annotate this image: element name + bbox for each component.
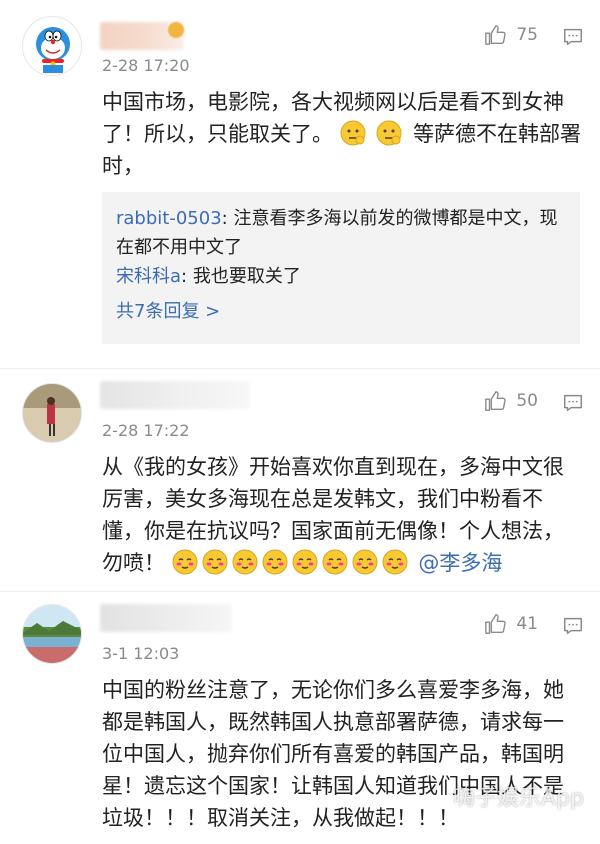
username-redacted[interactable] <box>100 604 232 632</box>
avatar[interactable] <box>22 16 82 76</box>
thumbs-up-icon <box>485 391 507 411</box>
shy-face-icon <box>292 549 318 575</box>
shy-face-icon <box>202 549 228 575</box>
doraemon-avatar-icon <box>23 17 81 75</box>
shy-face-icon <box>382 549 408 575</box>
landscape-photo-icon <box>23 605 81 663</box>
shy-face-icon <box>262 549 288 575</box>
person-photo-icon <box>23 384 81 442</box>
shy-face-icon <box>172 549 198 575</box>
shy-face-icon <box>322 549 348 575</box>
reply-text: : 我也要取关了 <box>181 266 301 287</box>
reply-item: 宋科科a: 我也要取关了 <box>116 262 566 291</box>
like-button[interactable]: 50 <box>484 390 538 412</box>
thinking-face-icon <box>376 120 402 146</box>
comment-text: 中国市场，电影院，各大视频网以后是看不到女神了！所以，只能取关了。 等萨德不在韩… <box>102 86 584 182</box>
comment-time: 2-28 17:20 <box>102 56 190 75</box>
comment-icon[interactable] <box>562 26 584 48</box>
avatar[interactable] <box>22 604 82 664</box>
reply-author[interactable]: 宋科科a <box>116 266 181 287</box>
shy-face-icon <box>232 549 258 575</box>
more-replies-link[interactable]: 共7条回复 > <box>116 297 566 326</box>
comment-icon[interactable] <box>562 615 584 637</box>
username-redacted[interactable] <box>100 381 250 409</box>
reply-box[interactable]: rabbit-0503: 注意看李多海以前发的微博都是中文，现在都不用中文了 宋… <box>102 192 580 344</box>
mention-link[interactable]: @李多海 <box>418 551 502 575</box>
like-button[interactable]: 41 <box>484 613 538 635</box>
comment-time: 3-1 12:03 <box>102 644 180 663</box>
vip-badge-icon <box>168 22 184 38</box>
like-count: 75 <box>516 25 538 45</box>
thinking-face-icon <box>340 120 366 146</box>
shy-face-icon <box>352 549 378 575</box>
comment-time: 2-28 17:22 <box>102 421 190 440</box>
thumbs-up-icon <box>485 614 507 634</box>
comment-icon[interactable] <box>562 392 584 414</box>
like-count: 50 <box>516 391 538 411</box>
reply-author[interactable]: rabbit-0503 <box>116 208 222 229</box>
like-button[interactable]: 75 <box>484 24 538 46</box>
avatar[interactable] <box>22 383 82 443</box>
comment-1: 2-28 17:20 75 中国市场，电影院，各大视频网以后是看不到女神了！所以… <box>0 0 600 368</box>
comment-2: 2-28 17:22 50 从《我的女孩》开始喜欢你直到现在，多海中文很厉害，美… <box>0 369 600 591</box>
comment-text: 从《我的女孩》开始喜欢你直到现在，多海中文很厉害，美女多海现在总是发韩文，我们中… <box>102 451 584 579</box>
watermark: 嗨子娱乐App <box>453 786 584 811</box>
thumbs-up-icon <box>485 25 507 45</box>
emoji-row <box>172 549 419 575</box>
like-count: 41 <box>516 614 538 634</box>
reply-item: rabbit-0503: 注意看李多海以前发的微博都是中文，现在都不用中文了 <box>116 204 566 262</box>
